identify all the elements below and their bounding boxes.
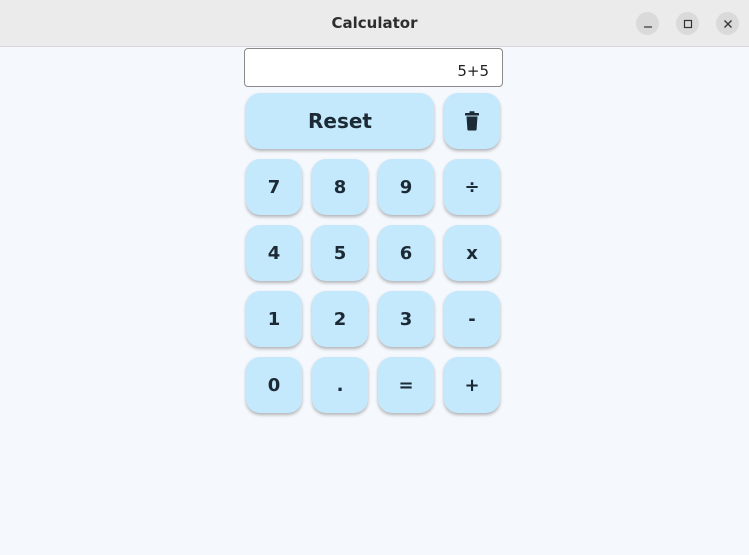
calculator-display[interactable]: 5+5 (244, 48, 503, 87)
minimize-button[interactable] (636, 12, 659, 35)
key-3[interactable]: 3 (378, 291, 434, 347)
key-1[interactable]: 1 (246, 291, 302, 347)
close-button[interactable] (716, 12, 739, 35)
maximize-icon (683, 19, 692, 28)
equals-button[interactable]: = (378, 357, 434, 413)
minus-button[interactable]: - (444, 291, 500, 347)
key-7[interactable]: 7 (246, 159, 302, 215)
key-5[interactable]: 5 (312, 225, 368, 281)
key-0[interactable]: 0 (246, 357, 302, 413)
delete-button[interactable] (444, 93, 500, 149)
reset-button[interactable]: Reset (246, 93, 434, 149)
key-6[interactable]: 6 (378, 225, 434, 281)
key-8[interactable]: 8 (312, 159, 368, 215)
divide-button[interactable]: ÷ (444, 159, 500, 215)
key-2[interactable]: 2 (312, 291, 368, 347)
minimize-icon (643, 25, 652, 28)
key-9[interactable]: 9 (378, 159, 434, 215)
trash-icon (465, 111, 479, 131)
title-bar: Calculator (0, 0, 749, 47)
decimal-button[interactable]: . (312, 357, 368, 413)
maximize-button[interactable] (676, 12, 699, 35)
close-icon (723, 19, 732, 28)
plus-button[interactable]: + (444, 357, 500, 413)
key-4[interactable]: 4 (246, 225, 302, 281)
multiply-button[interactable]: x (444, 225, 500, 281)
